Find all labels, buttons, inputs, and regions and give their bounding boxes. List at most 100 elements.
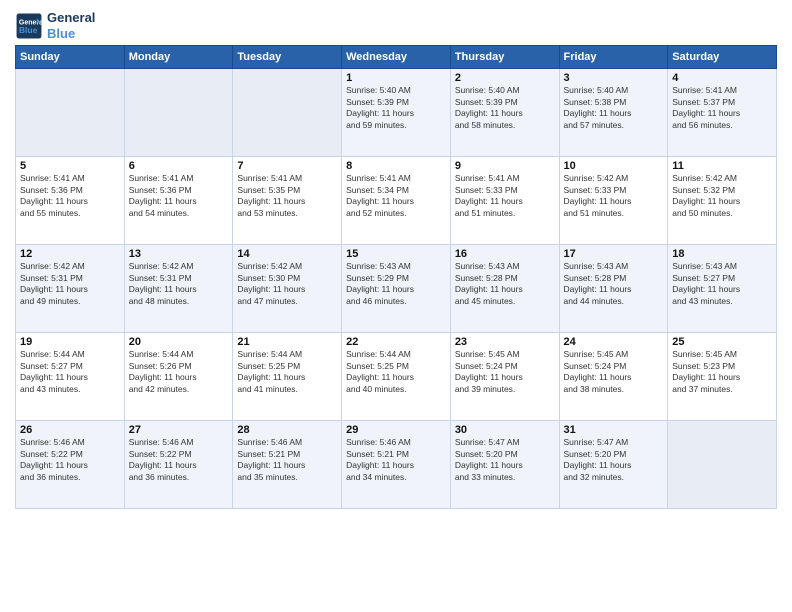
logo: General Blue General Blue [15,10,95,41]
day-cell-24: 24Sunrise: 5:45 AM Sunset: 5:24 PM Dayli… [559,333,668,421]
day-cell-6: 6Sunrise: 5:41 AM Sunset: 5:36 PM Daylig… [124,157,233,245]
day-cell-30: 30Sunrise: 5:47 AM Sunset: 5:20 PM Dayli… [450,421,559,509]
day-number: 6 [129,160,229,172]
svg-text:Blue: Blue [19,25,38,35]
day-cell-25: 25Sunrise: 5:45 AM Sunset: 5:23 PM Dayli… [668,333,777,421]
weekday-header-thursday: Thursday [450,46,559,69]
day-number: 17 [564,248,664,260]
day-cell-9: 9Sunrise: 5:41 AM Sunset: 5:33 PM Daylig… [450,157,559,245]
day-cell-14: 14Sunrise: 5:42 AM Sunset: 5:30 PM Dayli… [233,245,342,333]
day-info: Sunrise: 5:40 AM Sunset: 5:39 PM Dayligh… [455,85,555,131]
day-info: Sunrise: 5:45 AM Sunset: 5:24 PM Dayligh… [455,349,555,395]
day-number: 23 [455,336,555,348]
day-info: Sunrise: 5:42 AM Sunset: 5:31 PM Dayligh… [20,261,120,307]
day-number: 16 [455,248,555,260]
day-cell-5: 5Sunrise: 5:41 AM Sunset: 5:36 PM Daylig… [16,157,125,245]
day-cell-18: 18Sunrise: 5:43 AM Sunset: 5:27 PM Dayli… [668,245,777,333]
weekday-header-tuesday: Tuesday [233,46,342,69]
day-cell-27: 27Sunrise: 5:46 AM Sunset: 5:22 PM Dayli… [124,421,233,509]
day-cell-28: 28Sunrise: 5:46 AM Sunset: 5:21 PM Dayli… [233,421,342,509]
day-number: 8 [346,160,446,172]
day-cell-13: 13Sunrise: 5:42 AM Sunset: 5:31 PM Dayli… [124,245,233,333]
week-row-5: 26Sunrise: 5:46 AM Sunset: 5:22 PM Dayli… [16,421,777,509]
day-number: 27 [129,424,229,436]
day-info: Sunrise: 5:43 AM Sunset: 5:28 PM Dayligh… [564,261,664,307]
day-info: Sunrise: 5:41 AM Sunset: 5:37 PM Dayligh… [672,85,772,131]
weekday-header-friday: Friday [559,46,668,69]
day-number: 9 [455,160,555,172]
day-number: 26 [20,424,120,436]
day-cell-20: 20Sunrise: 5:44 AM Sunset: 5:26 PM Dayli… [124,333,233,421]
day-info: Sunrise: 5:41 AM Sunset: 5:33 PM Dayligh… [455,173,555,219]
day-info: Sunrise: 5:44 AM Sunset: 5:26 PM Dayligh… [129,349,229,395]
day-number: 31 [564,424,664,436]
week-row-3: 12Sunrise: 5:42 AM Sunset: 5:31 PM Dayli… [16,245,777,333]
header: General Blue General Blue [15,10,777,41]
day-cell-26: 26Sunrise: 5:46 AM Sunset: 5:22 PM Dayli… [16,421,125,509]
day-info: Sunrise: 5:42 AM Sunset: 5:33 PM Dayligh… [564,173,664,219]
calendar-table: SundayMondayTuesdayWednesdayThursdayFrid… [15,45,777,509]
day-info: Sunrise: 5:44 AM Sunset: 5:25 PM Dayligh… [237,349,337,395]
day-info: Sunrise: 5:45 AM Sunset: 5:24 PM Dayligh… [564,349,664,395]
day-number: 21 [237,336,337,348]
day-cell-8: 8Sunrise: 5:41 AM Sunset: 5:34 PM Daylig… [342,157,451,245]
day-info: Sunrise: 5:42 AM Sunset: 5:31 PM Dayligh… [129,261,229,307]
day-number: 20 [129,336,229,348]
day-number: 28 [237,424,337,436]
day-info: Sunrise: 5:47 AM Sunset: 5:20 PM Dayligh… [455,437,555,483]
day-number: 18 [672,248,772,260]
day-cell-7: 7Sunrise: 5:41 AM Sunset: 5:35 PM Daylig… [233,157,342,245]
day-number: 7 [237,160,337,172]
day-info: Sunrise: 5:43 AM Sunset: 5:27 PM Dayligh… [672,261,772,307]
day-cell-11: 11Sunrise: 5:42 AM Sunset: 5:32 PM Dayli… [668,157,777,245]
day-cell-16: 16Sunrise: 5:43 AM Sunset: 5:28 PM Dayli… [450,245,559,333]
day-cell-12: 12Sunrise: 5:42 AM Sunset: 5:31 PM Dayli… [16,245,125,333]
day-info: Sunrise: 5:40 AM Sunset: 5:38 PM Dayligh… [564,85,664,131]
logo-text: General Blue [47,10,95,41]
day-info: Sunrise: 5:42 AM Sunset: 5:32 PM Dayligh… [672,173,772,219]
day-number: 25 [672,336,772,348]
day-cell-22: 22Sunrise: 5:44 AM Sunset: 5:25 PM Dayli… [342,333,451,421]
day-cell-23: 23Sunrise: 5:45 AM Sunset: 5:24 PM Dayli… [450,333,559,421]
day-number: 3 [564,72,664,84]
day-info: Sunrise: 5:41 AM Sunset: 5:36 PM Dayligh… [129,173,229,219]
day-cell-29: 29Sunrise: 5:46 AM Sunset: 5:21 PM Dayli… [342,421,451,509]
day-cell-2: 2Sunrise: 5:40 AM Sunset: 5:39 PM Daylig… [450,69,559,157]
day-info: Sunrise: 5:44 AM Sunset: 5:27 PM Dayligh… [20,349,120,395]
day-info: Sunrise: 5:46 AM Sunset: 5:22 PM Dayligh… [20,437,120,483]
day-number: 29 [346,424,446,436]
weekday-header-monday: Monday [124,46,233,69]
day-number: 14 [237,248,337,260]
week-row-1: 1Sunrise: 5:40 AM Sunset: 5:39 PM Daylig… [16,69,777,157]
day-info: Sunrise: 5:45 AM Sunset: 5:23 PM Dayligh… [672,349,772,395]
empty-cell [124,69,233,157]
day-number: 5 [20,160,120,172]
weekday-header-sunday: Sunday [16,46,125,69]
day-number: 12 [20,248,120,260]
day-info: Sunrise: 5:41 AM Sunset: 5:35 PM Dayligh… [237,173,337,219]
day-cell-21: 21Sunrise: 5:44 AM Sunset: 5:25 PM Dayli… [233,333,342,421]
day-info: Sunrise: 5:40 AM Sunset: 5:39 PM Dayligh… [346,85,446,131]
day-cell-3: 3Sunrise: 5:40 AM Sunset: 5:38 PM Daylig… [559,69,668,157]
day-info: Sunrise: 5:41 AM Sunset: 5:34 PM Dayligh… [346,173,446,219]
week-row-4: 19Sunrise: 5:44 AM Sunset: 5:27 PM Dayli… [16,333,777,421]
day-cell-4: 4Sunrise: 5:41 AM Sunset: 5:37 PM Daylig… [668,69,777,157]
day-number: 30 [455,424,555,436]
day-info: Sunrise: 5:43 AM Sunset: 5:29 PM Dayligh… [346,261,446,307]
day-info: Sunrise: 5:41 AM Sunset: 5:36 PM Dayligh… [20,173,120,219]
day-info: Sunrise: 5:42 AM Sunset: 5:30 PM Dayligh… [237,261,337,307]
weekday-header-row: SundayMondayTuesdayWednesdayThursdayFrid… [16,46,777,69]
day-cell-1: 1Sunrise: 5:40 AM Sunset: 5:39 PM Daylig… [342,69,451,157]
day-number: 11 [672,160,772,172]
day-number: 13 [129,248,229,260]
day-cell-10: 10Sunrise: 5:42 AM Sunset: 5:33 PM Dayli… [559,157,668,245]
weekday-header-saturday: Saturday [668,46,777,69]
empty-cell [16,69,125,157]
empty-cell [668,421,777,509]
day-number: 10 [564,160,664,172]
day-number: 1 [346,72,446,84]
day-cell-31: 31Sunrise: 5:47 AM Sunset: 5:20 PM Dayli… [559,421,668,509]
day-info: Sunrise: 5:47 AM Sunset: 5:20 PM Dayligh… [564,437,664,483]
day-info: Sunrise: 5:46 AM Sunset: 5:22 PM Dayligh… [129,437,229,483]
day-cell-19: 19Sunrise: 5:44 AM Sunset: 5:27 PM Dayli… [16,333,125,421]
